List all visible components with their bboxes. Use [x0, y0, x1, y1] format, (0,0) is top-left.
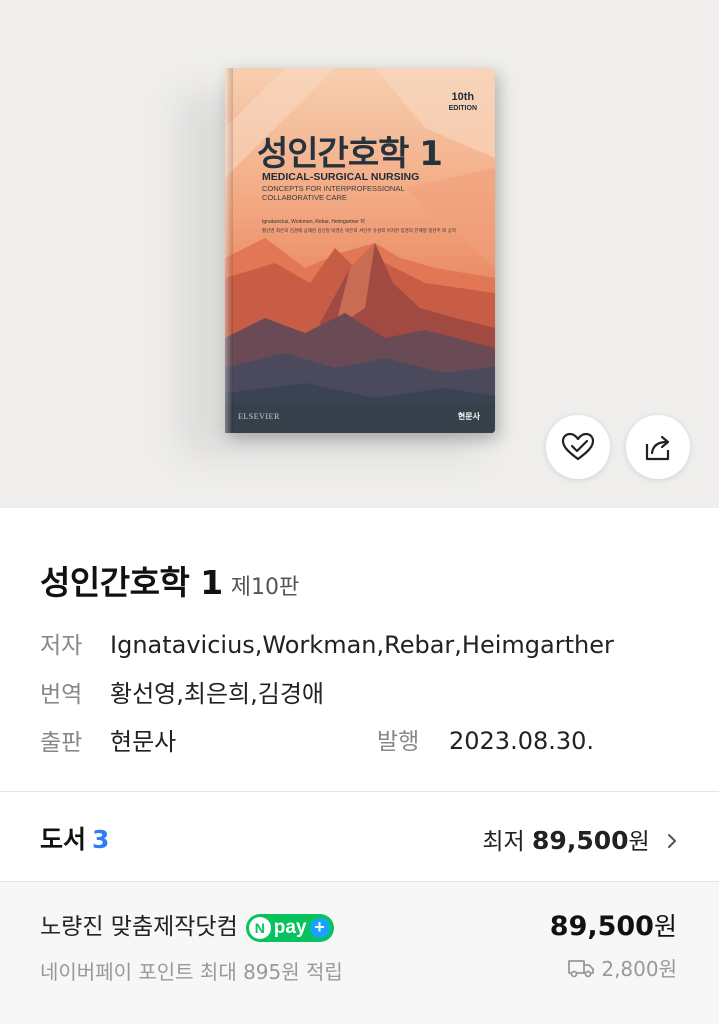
cover-edition: 10th EDITION [448, 88, 477, 113]
issue-date-row: 발행 2023.08.30. [377, 722, 594, 756]
translator-row: 번역 황선영,최은희,김경애 [40, 674, 324, 709]
books-label-text: 도서 [40, 825, 87, 854]
seller-item[interactable]: 노량진 맞춤제작닷컴 Npay + 89,500원 네이버페이 포인트 최대 895… [0, 882, 719, 1024]
seller-price-value: 89,500 [549, 911, 654, 942]
cover-publisher-logo: ELSEVIER [238, 412, 280, 421]
translator-value[interactable]: 황선영,최은희,김경애 [110, 680, 324, 708]
seller-price-currency: 원 [653, 912, 677, 941]
shipping-fee-value: 2,800원 [601, 957, 677, 981]
lowest-price[interactable]: 최저 89,500원 [482, 822, 677, 856]
author-value[interactable]: Ignatavicius,Workman,Rebar,Heimgarther [110, 631, 614, 659]
books-summary-row[interactable]: 도서 3 최저 89,500원 [0, 792, 719, 882]
seller-name-row: 노량진 맞춤제작닷컴 Npay + [40, 907, 334, 942]
publisher-value[interactable]: 현문사 [110, 728, 176, 756]
lowest-label: 최저 [482, 829, 525, 855]
cover-subtitle: MEDICAL-SURGICAL NURSING [262, 171, 420, 183]
npay-n-icon: N [248, 916, 271, 939]
lowest-price-currency: 원 [628, 829, 650, 855]
cover-authors: Ignatavicius, Workman, Rebar, Heimgartne… [262, 219, 365, 225]
publisher-row: 출판 현문사 [40, 722, 176, 757]
share-button[interactable] [626, 415, 690, 479]
book-title: 성인간호학 1 [40, 563, 223, 602]
truck-icon [568, 959, 595, 977]
npay-label: pay [273, 916, 307, 938]
cover-artwork [225, 68, 495, 433]
book-edition: 제10판 [230, 575, 300, 600]
npay-plus-icon: + [309, 917, 330, 938]
shipping-fee: 2,800원 [567, 953, 677, 982]
heart-check-icon [561, 432, 595, 461]
books-label: 도서 3 [40, 820, 109, 856]
cover-subtitle-2: CONCEPTS FOR INTERPROFESSIONAL COLLABORA… [262, 184, 405, 202]
npay-badge: Npay + [245, 913, 334, 942]
author-label: 저자 [40, 633, 83, 659]
book-cover[interactable]: 10th EDITION 성인간호학 1 MEDICAL-SURGICAL NU… [225, 68, 495, 433]
seller-name[interactable]: 노량진 맞춤제작닷컴 [40, 914, 238, 940]
lowest-price-value: 89,500 [532, 826, 629, 855]
cover-title: 성인간호학 1 [257, 134, 443, 174]
share-icon [645, 435, 670, 461]
like-button[interactable] [546, 415, 610, 479]
translator-label: 번역 [40, 682, 83, 708]
author-row: 저자 Ignatavicius,Workman,Rebar,Heimgarther [40, 626, 614, 660]
book-title-row: 성인간호학 1 제10판 [40, 556, 299, 604]
book-spine [225, 68, 233, 433]
cover-edition-number: 10th [451, 91, 475, 103]
seller-price[interactable]: 89,500원 [550, 907, 677, 943]
issue-date-value: 2023.08.30. [449, 727, 595, 755]
publisher-label: 출판 [40, 730, 83, 756]
books-count: 3 [92, 825, 110, 854]
chevron-right-icon [667, 829, 677, 855]
cover-publisher: 현문사 [457, 412, 480, 421]
cover-edition-label: EDITION [448, 105, 477, 112]
product-image-area: 10th EDITION 성인간호학 1 MEDICAL-SURGICAL NU… [0, 0, 719, 508]
cover-translators: 황선영 최은희 김경애 심재현 김신정 박경순 박은희 서인주 유성희 이지현 … [262, 229, 456, 234]
issue-date-label: 발행 [377, 729, 420, 755]
seller-points: 네이버페이 포인트 최대 895원 적립 [40, 960, 343, 984]
